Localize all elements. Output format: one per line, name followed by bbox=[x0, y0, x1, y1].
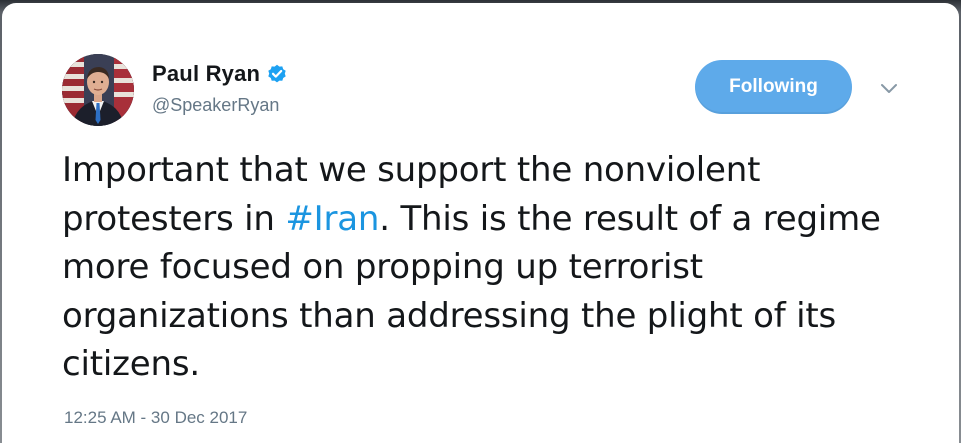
following-button[interactable]: Following bbox=[695, 60, 852, 114]
author-handle[interactable]: @SpeakerRyan bbox=[152, 95, 279, 116]
tweet-timestamp[interactable]: 12:25 AM - 30 Dec 2017 bbox=[64, 408, 247, 428]
avatar-image bbox=[62, 54, 134, 126]
hashtag-link[interactable]: #Iran bbox=[285, 199, 379, 239]
tweet-text: Important that we support the nonviolent… bbox=[62, 146, 922, 389]
verified-badge-icon bbox=[267, 64, 287, 84]
avatar[interactable] bbox=[62, 54, 134, 126]
author-name-row: Paul Ryan bbox=[152, 59, 287, 89]
author-display-name[interactable]: Paul Ryan bbox=[152, 61, 260, 87]
chevron-down-icon[interactable] bbox=[878, 81, 900, 97]
tweet-card: Paul Ryan @SpeakerRyan Following Importa… bbox=[2, 3, 959, 443]
